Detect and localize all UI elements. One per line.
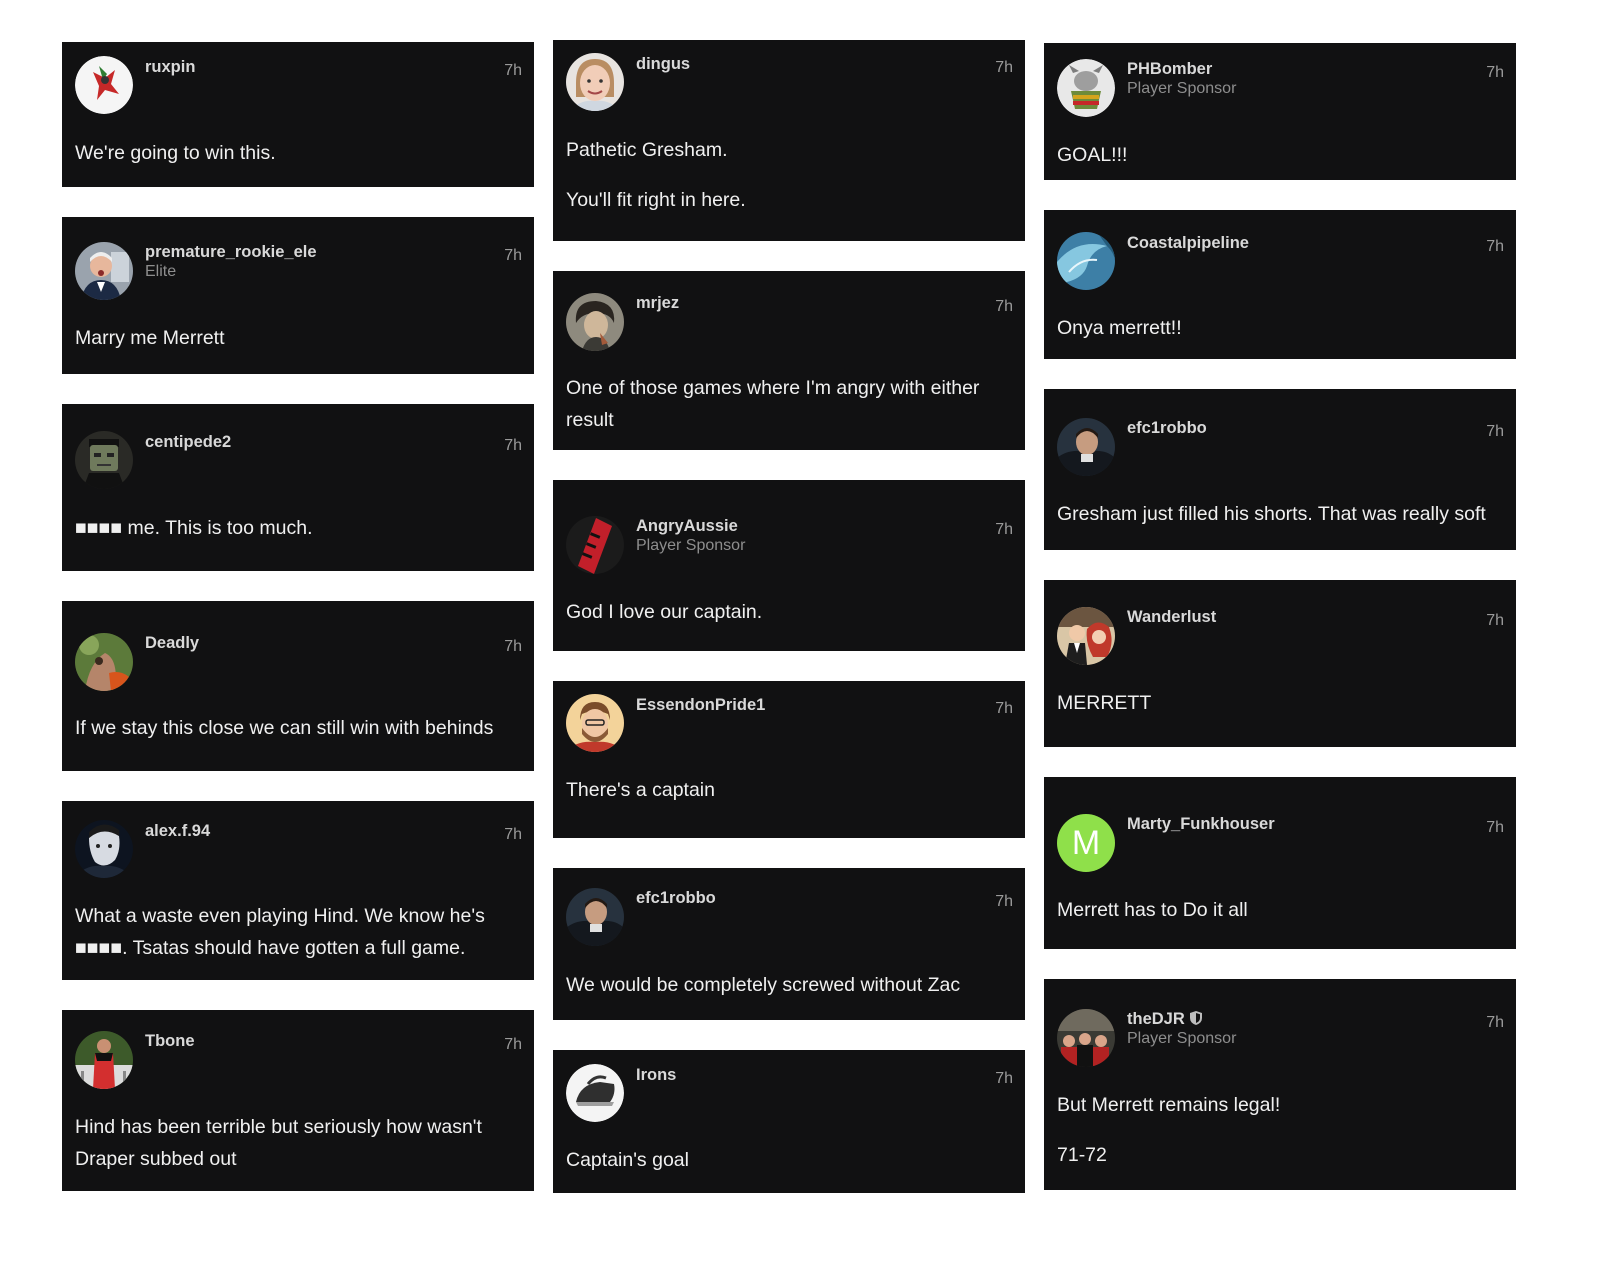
avatar[interactable] [1057,232,1115,290]
username[interactable]: Deadly [145,634,199,653]
username[interactable]: AngryAussie [636,517,738,536]
timestamp: 7h [1486,238,1504,255]
avatar[interactable] [1057,607,1115,665]
username[interactable]: efc1robbo [1127,419,1207,438]
timestamp: 7h [504,247,522,264]
avatar[interactable] [75,820,133,878]
username[interactable]: mrjez [636,294,679,313]
timestamp: 7h [504,638,522,655]
timestamp: 7h [995,700,1013,717]
avatar[interactable] [1057,1009,1115,1067]
comment-card: Deadly 7h If we stay this close we can s… [62,601,534,771]
username[interactable]: Marty_Funkhouser [1127,815,1275,834]
username[interactable]: Irons [636,1066,676,1085]
comment-card: dingus 7h Pathetic Gresham. You'll fit r… [553,40,1025,241]
timestamp: 7h [1486,64,1504,81]
comment-text: GOAL!!! [1057,144,1128,166]
comment-text: What a waste even playing Hind. We know … [75,905,485,959]
timestamp: 7h [1486,423,1504,440]
timestamp: 7h [504,62,522,79]
comment-card: EssendonPride1 7h There's a captain [553,681,1025,838]
username[interactable]: efc1robbo [636,889,716,908]
username[interactable]: dingus [636,55,690,74]
comment-text: ■■■■ me. This is too much. [75,517,313,539]
comment-text: Merrett has to Do it all [1057,899,1248,921]
comment-text: MERRETT [1057,692,1152,714]
avatar-letter: M [1071,824,1101,862]
avatar[interactable] [566,293,624,351]
avatar[interactable] [75,56,133,114]
username-text: theDJR [1127,1010,1185,1028]
avatar[interactable] [566,888,624,946]
comment-card: PHBomber Player Sponsor 7h GOAL!!! [1044,43,1516,180]
timestamp: 7h [504,1036,522,1053]
username[interactable]: centipede2 [145,433,231,452]
user-role: Player Sponsor [636,537,746,554]
comment-text: We're going to win this. [75,142,276,164]
comment-text: Captain's goal [566,1149,689,1171]
comment-card: M Marty_Funkhouser 7h Merrett has to Do … [1044,777,1516,949]
comment-card: efc1robbo 7h Gresham just filled his sho… [1044,389,1516,550]
user-role: Player Sponsor [1127,1030,1237,1047]
comment-card: AngryAussie Player Sponsor 7h God I love… [553,480,1025,651]
timestamp: 7h [504,437,522,454]
username[interactable]: alex.f.94 [145,822,210,841]
comment-text: Gresham just filled his shorts. That was… [1057,503,1486,525]
timestamp: 7h [1486,612,1504,629]
timestamp: 7h [1486,819,1504,836]
timestamp: 7h [995,59,1013,76]
username[interactable]: premature_rookie_ele [145,243,317,262]
user-role: Player Sponsor [1127,80,1237,97]
comment-text: God I love our captain. [566,601,763,623]
comment-card: centipede2 7h ■■■■ me. This is too much. [62,404,534,571]
comment-text: If we stay this close we can still win w… [75,717,494,739]
avatar[interactable] [566,1064,624,1122]
comment-text: Onya merrett!! [1057,317,1182,339]
comment-text: One of those games where I'm angry with … [566,377,980,431]
username[interactable]: PHBomber [1127,60,1212,79]
username[interactable]: Tbone [145,1032,195,1051]
avatar[interactable] [1057,59,1115,117]
comment-text: We would be completely screwed without Z… [566,974,961,996]
comment-card: efc1robbo 7h We would be completely scre… [553,868,1025,1020]
comment-card: alex.f.94 7h What a waste even playing H… [62,801,534,980]
timestamp: 7h [995,1070,1013,1087]
comment-card: theDJR Player Sponsor 7h But Merrett rem… [1044,979,1516,1190]
avatar[interactable]: M [1057,814,1115,872]
comment-card: Coastalpipeline 7h Onya merrett!! [1044,210,1516,359]
comment-card: mrjez 7h One of those games where I'm an… [553,271,1025,450]
username[interactable]: EssendonPride1 [636,696,765,715]
comment-card: ruxpin 7h We're going to win this. [62,42,534,187]
comment-card: Tbone 7h Hind has been terrible but seri… [62,1010,534,1191]
timestamp: 7h [1486,1014,1504,1031]
avatar[interactable] [75,431,133,489]
comment-card: premature_rookie_ele Elite 7h Marry me M… [62,217,534,374]
avatar[interactable] [1057,418,1115,476]
timestamp: 7h [504,826,522,843]
comment-text: Marry me Merrett [75,327,225,349]
username[interactable]: Coastalpipeline [1127,234,1249,253]
shield-icon [1189,1011,1202,1025]
username[interactable]: theDJR [1127,1010,1202,1029]
timestamp: 7h [995,298,1013,315]
username[interactable]: Wanderlust [1127,608,1216,627]
avatar[interactable] [566,53,624,111]
avatar[interactable] [566,694,624,752]
username[interactable]: ruxpin [145,58,195,77]
timestamp: 7h [995,521,1013,538]
avatar[interactable] [75,242,133,300]
comment-text: There's a captain [566,779,715,801]
comment-text: Pathetic Gresham. You'll fit right in he… [566,139,746,211]
avatar[interactable] [566,516,624,574]
avatar[interactable] [75,1031,133,1089]
comment-card: Wanderlust 7h MERRETT [1044,580,1516,747]
avatar[interactable] [75,633,133,691]
comment-text: But Merrett remains legal! 71-72 [1057,1094,1281,1166]
comment-text: Hind has been terrible but seriously how… [75,1116,482,1170]
timestamp: 7h [995,893,1013,910]
user-role: Elite [145,263,177,280]
comment-card: Irons 7h Captain's goal [553,1050,1025,1193]
